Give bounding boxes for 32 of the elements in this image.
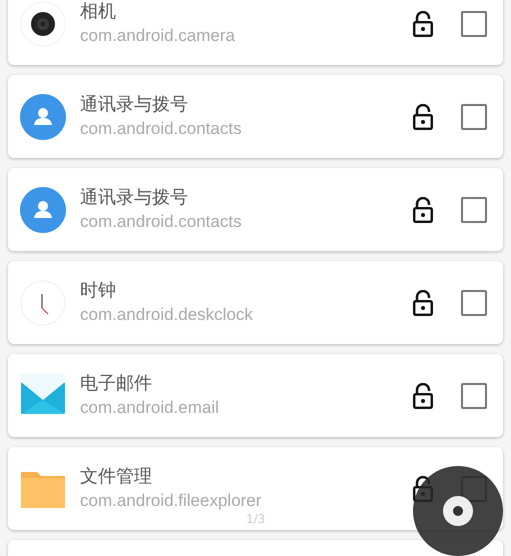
open-padlock-icon[interactable] [413,10,433,36]
open-padlock-icon[interactable] [413,104,433,130]
package-name: com.android.deskclock [80,304,254,324]
app-card[interactable]: 电子邮件 com.android.email [8,354,503,437]
camera-icon [20,0,66,46]
checkbox[interactable] [461,382,487,408]
package-name: com.android.camera [80,26,236,46]
open-padlock-icon[interactable] [413,196,433,222]
package-name: com.android.contacts [80,118,243,138]
contact-icon [20,94,66,140]
open-padlock-icon[interactable] [413,382,433,408]
clock-icon [20,280,66,326]
app-card[interactable]: 通讯录与拨号 com.android.contacts [8,168,503,251]
checkbox[interactable] [461,10,487,36]
app-name: 时钟 [80,280,117,300]
app-name: 电子邮件 [80,374,153,394]
package-name: com.android.email [80,398,220,418]
app-name: 文件管理 [80,466,153,486]
package-name: com.android.contacts [80,212,243,232]
app-name: 通讯录与拨号 [80,188,189,208]
package-name: com.android.fileexplorer [80,490,262,510]
contact-icon [20,186,66,232]
checkbox[interactable] [461,290,487,316]
app-name: 相机 [80,2,117,22]
checkbox[interactable] [461,196,487,222]
app-name: 通讯录与拨号 [80,94,189,114]
app-card[interactable]: 相机 com.android.camera [8,0,503,65]
disc-icon [441,494,475,528]
open-padlock-icon[interactable] [413,290,433,316]
app-card[interactable]: 通讯录与拨号 com.android.contacts [8,75,503,158]
checkbox[interactable] [461,104,487,130]
app-card[interactable]: 时钟 com.android.deskclock [8,261,503,344]
